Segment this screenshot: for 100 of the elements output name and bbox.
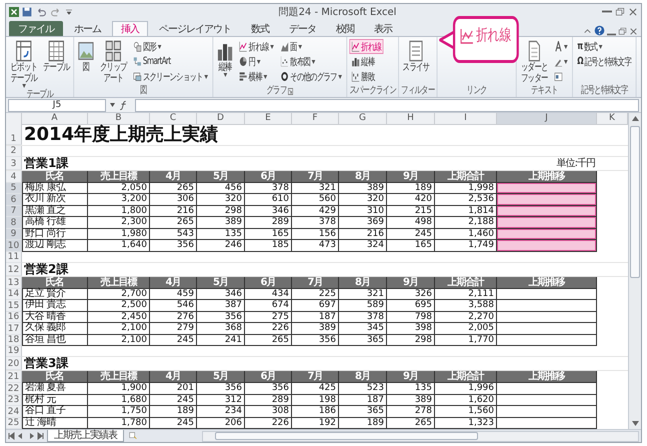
group-label: リンク — [466, 85, 487, 97]
column-heading: 6月 — [245, 170, 292, 182]
number-cell: 246 — [197, 240, 245, 252]
ribbon-button[interactable]: 円 — [236, 54, 276, 69]
ribbon-button[interactable]: クリップアート — [98, 39, 129, 85]
row-header[interactable]: 12 — [6, 262, 22, 276]
row-header[interactable]: 11 — [6, 252, 22, 262]
column-header[interactable]: I — [435, 113, 497, 125]
column-header[interactable]: J — [497, 113, 597, 125]
column-header[interactable]: A — [22, 113, 88, 125]
help-icon — [594, 25, 605, 36]
sheet-tab[interactable]: 上期売上実績表 — [47, 430, 124, 442]
ribbon-tab[interactable]: ページレイアウト — [150, 21, 240, 36]
sparkline-cell[interactable] — [497, 217, 597, 228]
row-header[interactable]: 1 — [6, 124, 22, 144]
row-header[interactable]: 10 — [6, 240, 22, 252]
ribbon-button[interactable]: ピボットテーブル — [8, 39, 40, 89]
ribbon-button[interactable]: 縦棒 — [215, 39, 235, 78]
column-header[interactable]: G — [339, 113, 387, 125]
ribbon-tab[interactable]: 表示 — [365, 21, 401, 36]
row-header[interactable]: 24 — [6, 406, 22, 418]
sparkline-cell[interactable] — [497, 288, 597, 300]
name-box[interactable]: J5 — [8, 98, 106, 112]
row-header[interactable]: 8 — [6, 217, 22, 228]
column-header[interactable]: H — [387, 113, 435, 125]
row-header[interactable]: 4 — [6, 170, 22, 182]
column-header[interactable]: E — [245, 113, 292, 125]
scroll-thumb[interactable] — [630, 126, 640, 278]
row-header[interactable]: 2 — [6, 146, 22, 156]
row-header[interactable]: 5 — [6, 182, 22, 194]
ribbon-tab[interactable]: 数式 — [242, 21, 278, 36]
ribbon-button[interactable]: 縦棒 — [349, 54, 384, 69]
row-header[interactable]: 19 — [6, 346, 22, 357]
sparkline-cell[interactable] — [497, 206, 597, 217]
row-header[interactable]: 18 — [6, 334, 22, 346]
ribbon-button[interactable]: スライサ — [401, 39, 431, 74]
ribbon-button[interactable]: 面 — [278, 39, 344, 54]
sparkline-cell[interactable] — [497, 312, 597, 323]
number-cell: 2,111 — [435, 288, 497, 300]
number-cell: 2,270 — [435, 312, 497, 323]
row-header[interactable]: 7 — [6, 206, 22, 217]
row-header[interactable]: 17 — [6, 323, 22, 334]
row-header[interactable]: 22 — [6, 383, 22, 394]
number-cell: 674 — [245, 300, 292, 312]
column-header[interactable]: D — [197, 113, 245, 125]
row-header[interactable]: 3 — [6, 156, 22, 170]
unit-note: 単位:千円 — [556, 158, 596, 170]
ribbon-button[interactable]: 折れ線 — [236, 39, 276, 54]
section-title: 営業3課 — [23, 357, 70, 370]
ribbon-button[interactable]: 散布図 — [278, 54, 344, 69]
excel-logo-icon — [9, 6, 19, 16]
ribbon-button[interactable]: 図形 — [131, 39, 210, 54]
sparkline-cell[interactable] — [497, 182, 597, 194]
ribbon-tab[interactable]: ファイル — [9, 21, 63, 36]
sparkline-cell[interactable] — [497, 323, 597, 334]
ribbon-button[interactable]: π数式 — [575, 39, 634, 54]
ribbon-button[interactable]: ッダーとフッター — [518, 39, 550, 85]
sparkline-cell[interactable] — [497, 394, 597, 406]
row-header[interactable]: 14 — [6, 288, 22, 300]
sparkline-cell[interactable] — [497, 383, 597, 394]
restore-icon — [618, 27, 627, 36]
ribbon-button[interactable]: その他のグラフ — [278, 69, 344, 84]
dialog-launcher-icon[interactable] — [288, 88, 294, 94]
row-header[interactable]: 9 — [6, 228, 22, 240]
row-header[interactable]: 15 — [6, 300, 22, 312]
row-header[interactable]: 6 — [6, 194, 22, 206]
number-cell: 1,560 — [435, 406, 497, 418]
ribbon-button[interactable]: テーブル — [42, 39, 72, 74]
sparkline-cell[interactable] — [497, 334, 597, 346]
row-header[interactable]: 16 — [6, 312, 22, 323]
ribbon-tab[interactable]: ホーム — [65, 21, 110, 36]
ribbon-button[interactable]: 折れ線 — [349, 39, 384, 54]
horizontal-scrollbar[interactable] — [202, 430, 639, 442]
ribbon-button[interactable]: スクリーンショット — [131, 69, 210, 84]
sparkline-cell[interactable] — [497, 406, 597, 418]
sparkline-cell[interactable] — [497, 194, 597, 206]
ribbon-button[interactable]: 横棒 — [236, 69, 276, 84]
row-header[interactable]: 25 — [6, 418, 22, 429]
column-header[interactable]: B — [88, 113, 150, 125]
sparkline-cell[interactable] — [497, 300, 597, 312]
column-header[interactable]: K — [597, 113, 628, 125]
formula-field[interactable] — [135, 98, 639, 112]
row-header[interactable]: 23 — [6, 394, 22, 406]
sparkline-cell[interactable] — [497, 228, 597, 240]
column-header[interactable]: F — [292, 113, 339, 125]
row-header[interactable]: 13 — [6, 276, 22, 288]
ribbon-button[interactable]: 勝敗 — [349, 69, 384, 84]
sparkline-cell[interactable] — [497, 240, 597, 252]
ribbon-button[interactable]: Ω記号と特殊文字 — [575, 54, 634, 69]
column-header[interactable]: C — [150, 113, 197, 125]
ribbon-tab[interactable]: 校閲 — [327, 21, 363, 36]
ribbon-button[interactable]: SmartArt — [131, 54, 210, 69]
number-cell: 356 — [197, 383, 245, 394]
number-cell: 324 — [339, 240, 387, 252]
ribbon-button[interactable]: 図 — [76, 39, 96, 74]
row-header[interactable]: 21 — [6, 371, 22, 383]
row-header[interactable]: 20 — [6, 357, 22, 370]
ribbon-tab[interactable]: 挿入 — [112, 21, 148, 36]
ribbon-tab[interactable]: データ — [280, 21, 325, 36]
vertical-scrollbar[interactable] — [628, 113, 641, 429]
